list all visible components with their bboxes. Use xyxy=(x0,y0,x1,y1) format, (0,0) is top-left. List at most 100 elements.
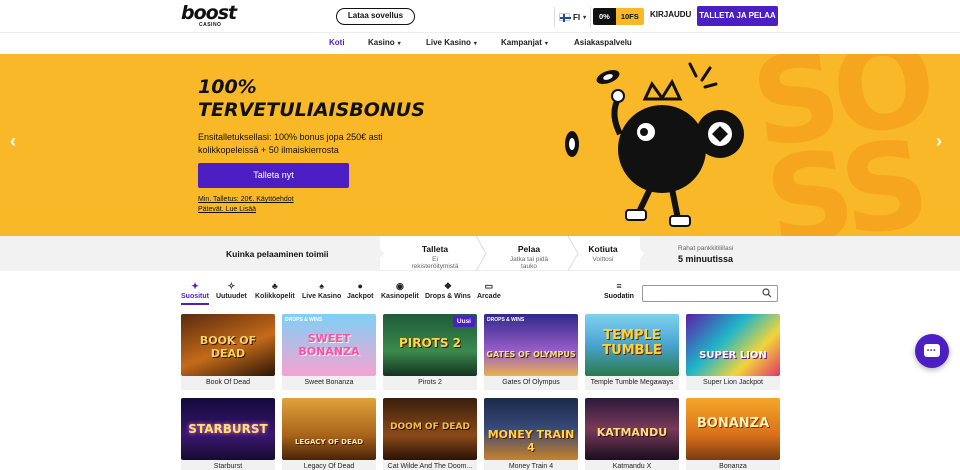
drops-wins-badge: DROPS & WINS xyxy=(487,317,525,323)
hero-background-graphic: SO SS xyxy=(744,54,939,236)
game-tile[interactable]: DROPS & WINS GATES OF OLYMPUS Gates Of O… xyxy=(484,314,578,390)
game-tile[interactable]: Uusi PIROTS 2 Pirots 2 xyxy=(383,314,477,390)
promo-pill[interactable]: 0% 10FS xyxy=(593,8,644,25)
nav-item-campaigns[interactable]: Kampanjat ▾ xyxy=(501,38,548,47)
tab-kolikkopelit[interactable]: ♣ Kolikkopelit xyxy=(255,281,295,300)
game-title: Sweet Bonanza xyxy=(282,376,376,390)
download-app-button[interactable]: Lataa sovellus xyxy=(336,8,415,25)
nav-item-support[interactable]: Asiakaspalvelu xyxy=(574,38,632,47)
chevron-down-icon: ▾ xyxy=(397,41,401,47)
game-tile[interactable]: BONANZA Bonanza xyxy=(686,398,780,470)
step-title: Kotiuta xyxy=(588,244,618,254)
game-thumbnail: DROPS & WINS GATES OF OLYMPUS xyxy=(484,314,578,376)
hero-terms-link[interactable]: Min. Talletus: 20€. Käyttöehdot Pätevät.… xyxy=(198,195,318,215)
nav-item-home[interactable]: Koti xyxy=(329,38,345,47)
game-tile[interactable]: KATMANDU Katmandu X xyxy=(585,398,679,470)
filter-button[interactable]: ≡ Suodatin xyxy=(604,281,634,300)
tab-drops-wins[interactable]: ❖ Drops & Wins xyxy=(425,281,471,300)
tab-uutuudet[interactable]: ✧ Uutuudet xyxy=(216,281,247,300)
finland-flag-icon xyxy=(559,13,571,22)
game-tile[interactable]: TEMPLE TUMBLE Temple Tumble Megaways xyxy=(585,314,679,390)
nav-item-label: Kampanjat xyxy=(501,38,542,47)
nav-item-label: Kasino xyxy=(368,38,395,47)
game-title: Pirots 2 xyxy=(383,376,477,390)
game-title: Gates Of Olympus xyxy=(484,376,578,390)
new-badge: Uusi xyxy=(452,316,475,327)
game-tile[interactable]: LEGACY OF DEAD Legacy Of Dead xyxy=(282,398,376,470)
top-header: boost CASINO Lataa sovellus FI ▾ 0% 10FS… xyxy=(0,0,960,33)
tab-label: Arcade xyxy=(477,293,501,300)
tab-kasinopelit[interactable]: ◉ Kasinopelit xyxy=(381,281,419,300)
game-tile[interactable]: BOOK OF DEAD Book Of Dead xyxy=(181,314,275,390)
boost-logo[interactable]: boost CASINO xyxy=(181,4,241,29)
game-tile[interactable]: STARBURST Starburst xyxy=(181,398,275,470)
step-title: Talleta xyxy=(421,244,449,254)
nav-item-label: Asiakaspalvelu xyxy=(574,38,632,47)
promo-pill-freespins: 10FS xyxy=(615,8,644,25)
step-title: Pelaa xyxy=(517,244,541,254)
drops-wins-badge: DROPS & WINS xyxy=(285,317,323,323)
game-title: Legacy Of Dead xyxy=(282,460,376,470)
language-code: FI xyxy=(573,12,581,22)
game-thumbnail: DROPS & WINS SWEET BONANZA xyxy=(282,314,376,376)
game-tile[interactable]: DROPS & WINS SWEET BONANZA Sweet Bonanza xyxy=(282,314,376,390)
tab-jackpot[interactable]: ● Jackpot xyxy=(347,281,373,300)
game-tile[interactable]: DOOM OF DEAD Cat Wilde And The Doom... xyxy=(383,398,477,470)
game-art-text: SUPER LION xyxy=(699,350,767,361)
chevron-down-icon: ▾ xyxy=(544,41,548,47)
step-deposit: Talleta Ei rekisteröitymistä xyxy=(410,244,460,270)
money-bag-icon: ● xyxy=(357,281,363,291)
payout-info: Rahat pankkitilillasi 5 minuutissa xyxy=(678,245,733,264)
hero-title: 100% TERVETULIAISBONUS xyxy=(198,76,458,122)
game-thumbnail: TEMPLE TUMBLE xyxy=(585,314,679,376)
step-withdraw: Kotiuta Voittosi xyxy=(583,244,623,263)
game-title: Katmandu X xyxy=(585,460,679,470)
game-tile[interactable]: MONEY TRAIN 4 Money Train 4 xyxy=(484,398,578,470)
tab-label: Drops & Wins xyxy=(425,293,471,300)
deposit-play-button[interactable]: TALLETA JA PELAA xyxy=(697,6,778,26)
login-link[interactable]: KIRJAUDU xyxy=(650,10,691,19)
step-play: Pelaa Jatka tai pidä tauko xyxy=(504,244,554,270)
hero-banner: SO SS 100% TERVETULIAISBONUS Ensitalletuk… xyxy=(0,54,960,236)
game-art-text: TEMPLE TUMBLE xyxy=(602,328,662,358)
how-it-works-intro: Kuinka pelaaminen toimii xyxy=(0,236,380,271)
hero-title-line2: TERVETULIAISBONUS xyxy=(198,99,425,121)
chip-icon: ◉ xyxy=(395,281,404,291)
payout-label: Rahat pankkitilillasi xyxy=(678,245,734,252)
game-thumbnail: Uusi PIROTS 2 xyxy=(383,314,477,376)
game-thumbnail: SUPER LION xyxy=(686,314,780,376)
mascot-illustration xyxy=(565,62,744,227)
nav-item-label: Live Kasino xyxy=(426,38,471,47)
carousel-prev-icon[interactable]: ‹ xyxy=(10,131,16,152)
game-art-text: STARBURST xyxy=(188,422,268,436)
game-search-input[interactable] xyxy=(642,285,778,302)
game-art-text: SWEET BONANZA xyxy=(298,332,360,358)
chevron-divider-icon xyxy=(630,236,644,271)
nav-item-casino[interactable]: Kasino ▾ xyxy=(368,38,401,47)
game-art-text: GATES OF OLYMPUS xyxy=(486,350,576,359)
chevron-divider-icon xyxy=(370,236,384,271)
game-thumbnail: STARBURST xyxy=(181,398,275,460)
step-subtitle: Jatka tai pidä tauko xyxy=(509,256,549,270)
game-title: Starburst xyxy=(181,460,275,470)
game-art-text: MONEY TRAIN 4 xyxy=(487,428,575,454)
chevron-divider-icon xyxy=(567,236,579,271)
game-title: Temple Tumble Megaways xyxy=(585,376,679,390)
tab-suositut[interactable]: ✦ Suositut xyxy=(181,281,209,305)
game-thumbnail: KATMANDU xyxy=(585,398,679,460)
language-selector[interactable]: FI ▾ xyxy=(554,7,592,27)
tab-live-kasino[interactable]: ♠ Live Kasino xyxy=(302,281,341,300)
chat-button[interactable]: ••• xyxy=(915,334,949,368)
chevron-down-icon: ▾ xyxy=(473,41,477,47)
game-thumbnail: MONEY TRAIN 4 xyxy=(484,398,578,460)
filter-icon: ≡ xyxy=(616,281,622,291)
step-subtitle: Ei rekisteröitymistä xyxy=(411,256,459,270)
tab-arcade[interactable]: ▭ Arcade xyxy=(477,281,501,300)
nav-item-live-casino[interactable]: Live Kasino ▾ xyxy=(426,38,477,47)
chevron-down-icon: ▾ xyxy=(583,14,587,21)
game-tile[interactable]: SUPER LION Super Lion Jackpot xyxy=(686,314,780,390)
game-art-text: LEGACY OF DEAD xyxy=(294,438,364,446)
ticket-icon: ▭ xyxy=(484,281,494,291)
carousel-next-icon[interactable]: › xyxy=(936,131,942,152)
deposit-now-button[interactable]: Talleta nyt xyxy=(198,163,349,188)
